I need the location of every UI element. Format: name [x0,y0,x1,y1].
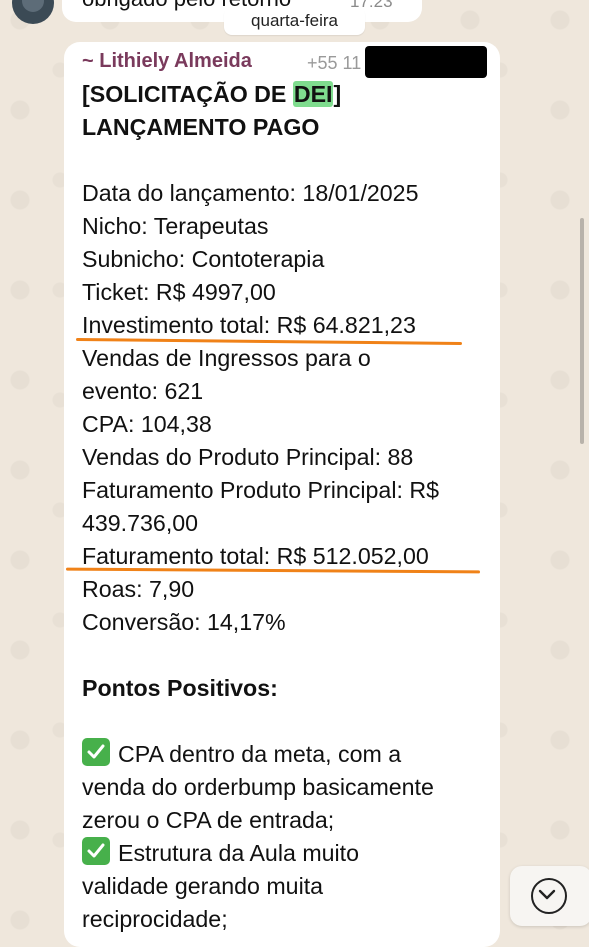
title-prefix: [SOLICITAÇÃO DE [82,81,293,107]
message-subtitle: LANÇAMENTO PAGO [82,114,320,140]
title-suffix: ] [333,81,342,107]
message-body: [SOLICITAÇÃO DE DEI] LANÇAMENTO PAGO Dat… [82,78,492,936]
message-line: Roas: 7,90 [82,576,195,602]
message-line: 439.736,00 [82,510,199,536]
date-separator: quarta-feira [224,7,365,35]
message-line: Ticket: R$ 4997,00 [82,279,276,305]
message-line: evento: 621 [82,378,204,404]
positive-item-line: validade gerando muita [82,873,324,899]
section-title: Pontos Positivos: [82,675,278,701]
message-line: Subnicho: Contoterapia [82,246,325,272]
message-line: Vendas do Produto Principal: 88 [82,444,414,470]
message-line: Faturamento Produto Principal: R$ [82,477,440,503]
scrollbar[interactable] [580,218,584,444]
title-highlight: DEI [292,81,334,107]
positive-item-line: reciprocidade; [82,906,228,932]
positive-item-line: venda do orderbump basicamente [82,774,434,800]
sender-phone: +55 11 [307,53,362,73]
check-mark-icon [82,837,110,865]
message-line: Nicho: Terapeutas [82,213,269,239]
check-mark-icon [82,738,110,766]
sender-name[interactable]: ~ Lithiely Almeida [82,50,252,72]
positive-item-line: Estrutura da Aula muito [82,837,492,870]
chevron-down-icon [531,878,567,914]
message-line: Vendas de Ingressos para o [82,345,371,371]
redaction-bar [365,46,487,78]
message-line: Conversão: 14,17% [82,609,286,635]
message-line: Investimento total: R$ 64.821,23 [82,312,416,338]
positive-item-line: CPA dentro da meta, com a [82,738,492,771]
sender-row: ~ Lithiely Almeida [82,50,252,76]
scroll-to-bottom-button[interactable] [510,866,589,926]
positive-item-line: zerou o CPA de entrada; [82,807,335,833]
message-line: Data do lançamento: 18/01/2025 [82,180,419,206]
message-title: [SOLICITAÇÃO DE DEI] [82,78,492,111]
message-line: CPA: 104,38 [82,411,212,437]
